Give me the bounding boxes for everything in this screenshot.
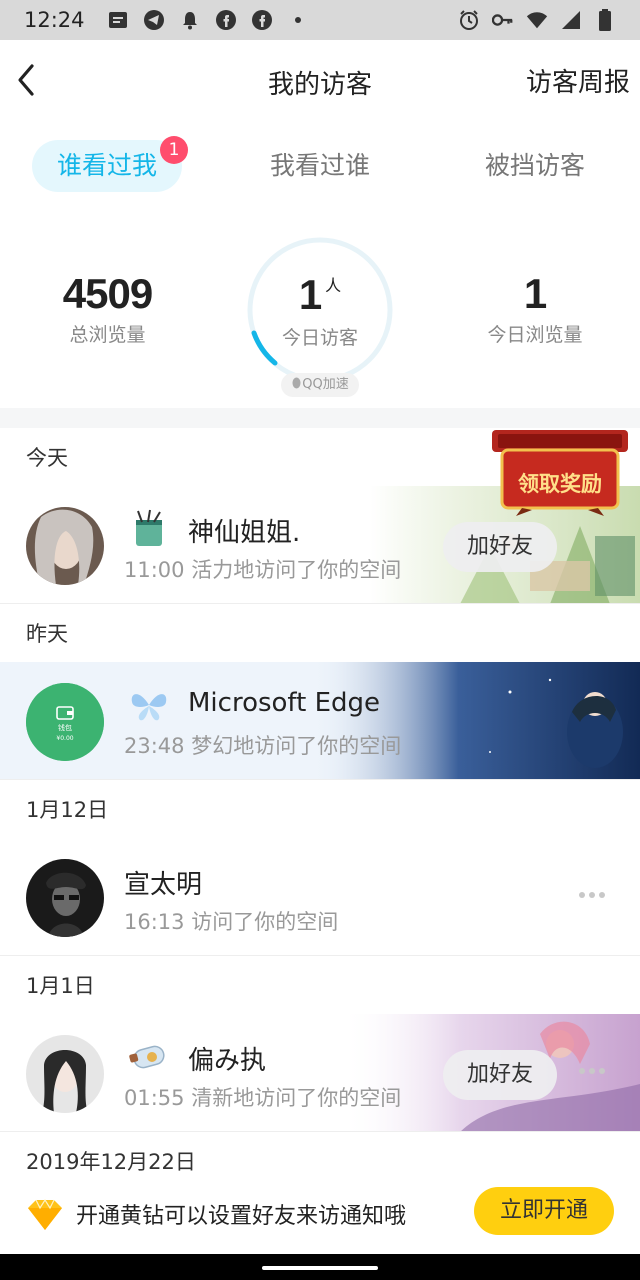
more-options-button[interactable] [578, 1062, 606, 1080]
visit-info: 23:48 梦幻地访问了你的空间 [124, 730, 401, 760]
telegram-icon [143, 9, 165, 31]
message-icon [107, 9, 129, 31]
stat-unit: 人 [325, 276, 342, 295]
visit-action: 访问了你的空间 [191, 910, 339, 934]
stat-label: 今日访客 [281, 327, 358, 349]
visitor-stats: 4509 总浏览量 1人 今日访客 QQ加速 1 今日浏览量 [0, 220, 640, 400]
add-friend-button[interactable]: 加好友 [443, 522, 557, 572]
visitor-name: 神仙姐姐. [188, 518, 301, 548]
stat-label: 今日浏览量 [487, 324, 583, 346]
status-time: 12:24 [24, 8, 85, 32]
bell-icon [179, 9, 201, 31]
bottle-icon [128, 1036, 170, 1078]
date-header: 2019年12月22日 [26, 1150, 196, 1174]
visit-info: 11:00 活力地访问了你的空间 [124, 554, 401, 584]
claim-reward-banner[interactable]: 领取奖励 [492, 430, 628, 516]
unread-badge: 1 [160, 136, 188, 164]
avatar-image [26, 1035, 104, 1113]
back-button[interactable] [10, 60, 50, 100]
qq-speedup-pill[interactable]: QQ加速 [281, 373, 359, 397]
visit-info: 01:55 清新地访问了你的空间 [124, 1082, 401, 1112]
date-header-today: 今天 [26, 446, 68, 470]
visit-time: 23:48 [124, 734, 185, 758]
avatar[interactable] [26, 1035, 104, 1113]
facebook-icon [251, 9, 273, 31]
open-now-button[interactable]: 立即开通 [474, 1187, 614, 1235]
home-gesture-handle[interactable] [262, 1266, 378, 1270]
visitor-weekly-report-link[interactable]: 访客周报 [526, 62, 630, 99]
visit-info: 16:13 访问了你的空间 [124, 906, 338, 936]
date-header: 1月1日 [26, 974, 95, 998]
yellow-diamond-icon [28, 1198, 62, 1230]
wallet-label: 钱包 [58, 724, 72, 732]
section-divider [0, 408, 640, 428]
wallet-icon [26, 683, 104, 761]
status-bar: 12:24 [0, 0, 640, 40]
dot-icon [287, 9, 309, 31]
stat-value: 1 [298, 271, 323, 318]
wallet-amount: ¥0.00 [56, 735, 74, 742]
avatar-image [26, 507, 104, 585]
visit-time: 16:13 [124, 910, 185, 934]
stat-value: 4509 [62, 270, 153, 317]
visitor-name: 偏み执 [188, 1046, 267, 1076]
reward-banner-label: 领取奖励 [518, 472, 602, 496]
key-icon [492, 9, 514, 31]
vip-promo-text: 开通黄钻可以设置好友来访通知哦 [76, 1204, 407, 1229]
wifi-icon [526, 9, 548, 31]
system-nav-bar [0, 1254, 640, 1280]
visit-action: 梦幻地访问了你的空间 [191, 734, 402, 758]
visitor-row[interactable]: 宣太明 16:13 访问了你的空间 [0, 838, 640, 956]
visit-action: 清新地访问了你的空间 [191, 1086, 402, 1110]
stat-total-views: 4509 总浏览量 [40, 270, 175, 347]
tab-who-viewed-me[interactable]: 谁看过我 1 [32, 136, 188, 192]
stat-today-views: 1 今日浏览量 [470, 270, 600, 347]
stat-value: 1 [523, 270, 547, 317]
signal-icon [560, 9, 582, 31]
add-friend-button[interactable]: 加好友 [443, 1050, 557, 1100]
more-dots-icon [579, 1068, 605, 1074]
visitor-name: 宣太明 [124, 870, 203, 900]
today-visitors-ring[interactable]: 1人 今日访客 QQ加速 [245, 235, 395, 397]
visit-background-illustration [310, 662, 640, 779]
visit-action: 活力地访问了你的空间 [191, 558, 402, 582]
nav-header: 我的访客 访客周报 [0, 40, 640, 120]
vip-promo-bar: 开通黄钻可以设置好友来访通知哦 立即开通 [0, 1178, 640, 1254]
visit-style-decoration-icon [128, 508, 170, 550]
tab-label: 谁看过我 [56, 151, 157, 180]
visitor-row[interactable]: 钱包 ¥0.00 Microsoft Edge 23:48 梦幻地访问了你的空间 [0, 662, 640, 780]
avatar[interactable] [26, 507, 104, 585]
visit-time: 01:55 [124, 1086, 185, 1110]
more-options-button[interactable] [578, 886, 606, 904]
battery-icon [594, 9, 616, 31]
qq-penguin-icon [292, 377, 301, 389]
avatar[interactable]: 钱包 ¥0.00 [26, 683, 104, 761]
avatar[interactable] [26, 859, 104, 937]
tab-blocked-visitors[interactable]: 被挡访客 [470, 140, 600, 192]
pill-label: QQ加速 [302, 377, 349, 392]
chevron-left-icon [18, 64, 34, 96]
visitor-name: Microsoft Edge [188, 688, 381, 718]
stat-label: 总浏览量 [69, 324, 146, 346]
visitor-tabs: 谁看过我 1 我看过谁 被挡访客 [0, 136, 640, 192]
avatar-image [26, 859, 104, 937]
date-header: 1月12日 [26, 798, 109, 822]
alarm-icon [458, 9, 480, 31]
tab-who-i-viewed[interactable]: 我看过谁 [250, 140, 390, 192]
facebook-icon [215, 9, 237, 31]
more-dots-icon [579, 892, 605, 898]
ring-content: 1人 今日访客 [245, 235, 395, 385]
butterfly-icon [128, 684, 170, 726]
date-header-yesterday: 昨天 [26, 622, 68, 646]
visitor-row[interactable]: 偏み执 01:55 清新地访问了你的空间 加好友 [0, 1014, 640, 1132]
visit-time: 11:00 [124, 558, 185, 582]
